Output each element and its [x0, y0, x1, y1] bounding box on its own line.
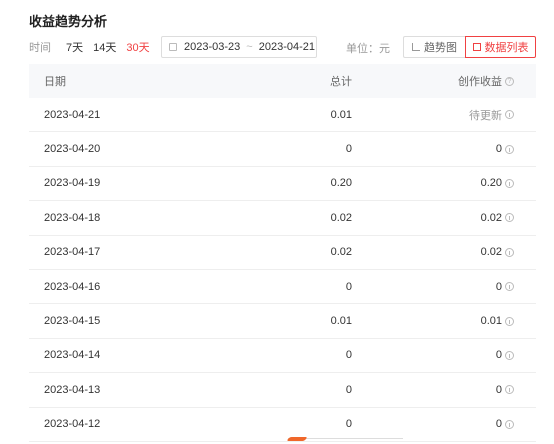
filter-7-days[interactable]: 7天: [66, 39, 83, 55]
cell-earnings-value: 0.02: [480, 211, 502, 224]
cell-earnings-value: 0: [495, 418, 502, 431]
cell-earnings: 0: [352, 143, 536, 155]
unit-label: 单位：元: [346, 43, 390, 55]
info-icon[interactable]: [505, 247, 514, 257]
cell-total: 0.02: [330, 246, 352, 259]
table-row: 2023-04-12 0 0: [29, 408, 536, 442]
header-earnings-label: 创作收益: [458, 76, 502, 88]
cell-date: 2023-04-13: [44, 383, 101, 396]
cell-date: 2023-04-12: [44, 418, 101, 431]
help-icon[interactable]: ?: [505, 76, 514, 86]
cell-earnings-value: 0: [495, 349, 502, 362]
cell-total: 0: [345, 418, 352, 431]
date-separator: ~: [246, 41, 253, 53]
header-earnings: 创作收益 ?: [352, 73, 536, 89]
table-row: 2023-04-18 0.02 0.02: [29, 201, 536, 236]
cell-date: 2023-04-21: [44, 108, 101, 121]
cell-earnings: 0: [352, 281, 536, 293]
cell-earnings: 0.01: [352, 315, 536, 327]
end-date: 2023-04-21: [258, 41, 315, 53]
table-row: 2023-04-21 0.01 待更新: [29, 98, 536, 133]
table-icon: [472, 43, 481, 51]
info-icon[interactable]: [505, 385, 514, 395]
line-chart-icon: [412, 43, 420, 51]
cell-total: 0.20: [330, 177, 352, 190]
cell-earnings: 0.02: [352, 246, 536, 258]
date-range-picker[interactable]: 2023-03-23 ~ 2023-04-21: [161, 36, 317, 58]
info-icon[interactable]: [505, 110, 514, 120]
cell-earnings-value: 0: [495, 383, 502, 396]
cell-total: 0: [345, 349, 352, 362]
table-body: 2023-04-21 0.01 待更新 2023-04-20 0 0 2023-04-19 0…: [29, 98, 536, 442]
cell-earnings: 0: [352, 349, 536, 361]
info-icon[interactable]: [505, 350, 514, 360]
cell-earnings-value: 待更新: [469, 109, 502, 122]
data-list-button[interactable]: 数据列表: [465, 36, 536, 58]
time-filter: 时间 7天 14天 30天: [29, 36, 160, 58]
cell-date: 2023-04-14: [44, 349, 101, 362]
table-header: 日期 总计 创作收益 ?: [29, 64, 536, 98]
trend-chart-button[interactable]: 趋势图: [403, 36, 465, 58]
earnings-table: 日期 总计 创作收益 ? 2023-04-21 0.01 待更新 2023-04-20…: [29, 64, 536, 442]
data-list-label: 数据列表: [484, 42, 529, 54]
trend-chart-label: 趋势图: [424, 42, 457, 54]
cell-earnings-value: 0: [495, 143, 502, 156]
cell-earnings-value: 0: [495, 280, 502, 293]
cell-date: 2023-04-20: [44, 143, 101, 156]
table-row: 2023-04-15 0.01 0.01: [29, 304, 536, 339]
cell-total: 0: [345, 383, 352, 396]
info-icon[interactable]: [505, 213, 514, 223]
cell-total: 0.01: [330, 108, 352, 121]
cell-date: 2023-04-19: [44, 177, 101, 190]
cell-earnings: 0: [352, 384, 536, 396]
table-row: 2023-04-19 0.20 0.20: [29, 167, 536, 202]
cell-earnings-value: 0.20: [480, 177, 502, 190]
cell-earnings: 0.02: [352, 212, 536, 224]
start-date: 2023-03-23: [184, 41, 241, 53]
time-filter-label: 时间: [29, 42, 51, 54]
info-icon[interactable]: [505, 282, 514, 292]
table-row: 2023-04-20 0 0: [29, 132, 536, 167]
cell-date: 2023-04-17: [44, 246, 101, 259]
cell-earnings-value: 0.01: [480, 315, 502, 328]
cell-total: 0.01: [330, 315, 352, 328]
cell-total: 0: [345, 143, 352, 156]
header-total: 总计: [330, 76, 352, 88]
page-title: 收益趋势分析: [29, 14, 108, 29]
table-row: 2023-04-16 0 0: [29, 270, 536, 305]
cell-total: 0: [345, 280, 352, 293]
cell-date: 2023-04-15: [44, 315, 101, 328]
cell-date: 2023-04-16: [44, 280, 101, 293]
table-row: 2023-04-14 0 0: [29, 339, 536, 374]
filter-30-days[interactable]: 30天: [126, 39, 149, 55]
header-date: 日期: [44, 76, 66, 88]
filter-14-days[interactable]: 14天: [93, 39, 116, 55]
cell-earnings: 0: [352, 418, 536, 430]
table-row: 2023-04-13 0 0: [29, 373, 536, 408]
calendar-icon: [169, 43, 177, 51]
cell-date: 2023-04-18: [44, 211, 101, 224]
table-row: 2023-04-17 0.02 0.02: [29, 236, 536, 270]
info-icon[interactable]: [505, 419, 514, 429]
cell-earnings: 0.20: [352, 177, 536, 189]
info-icon[interactable]: [505, 178, 514, 188]
info-icon[interactable]: [505, 316, 514, 326]
cell-earnings-value: 0.02: [480, 246, 502, 259]
cell-total: 0.02: [330, 211, 352, 224]
info-icon[interactable]: [505, 144, 514, 154]
cell-earnings: 待更新: [352, 107, 536, 123]
